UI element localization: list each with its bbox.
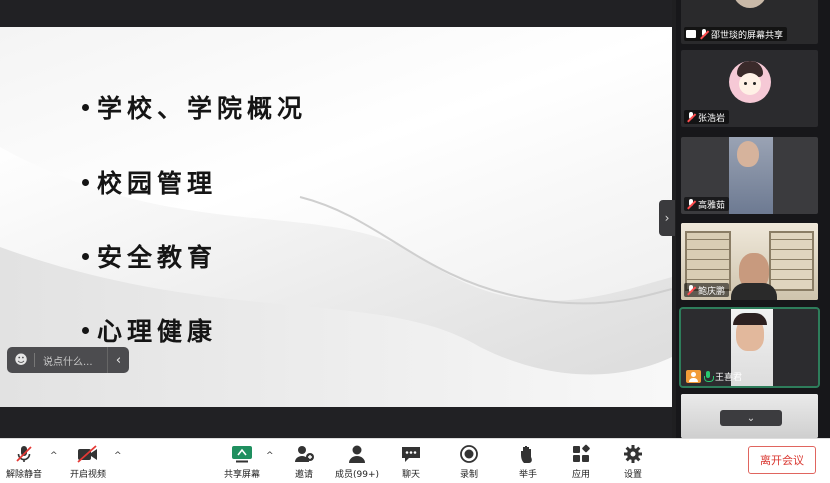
share-screen-button[interactable]: 共享屏幕 bbox=[218, 443, 266, 480]
add-user-icon bbox=[293, 443, 315, 465]
unmute-button[interactable]: 解除静音 bbox=[0, 443, 48, 480]
share-screen-icon bbox=[230, 443, 254, 465]
quick-chat-input[interactable]: ☻ 说点什么... ‹ bbox=[7, 347, 129, 373]
user-icon bbox=[686, 369, 701, 383]
invite-label: 邀请 bbox=[294, 470, 313, 480]
participant-name-tag: 高雅茹 bbox=[684, 197, 730, 211]
mic-muted-icon bbox=[14, 443, 34, 465]
members-button[interactable]: 成员(99+) bbox=[333, 443, 381, 480]
meeting-toolbar: 解除静音 ^ 开启视频 ^ 共享屏幕 ^ 邀请 成员(99+) 聊天 录制 举手… bbox=[0, 438, 830, 483]
start-video-button[interactable]: 开启视频 bbox=[64, 443, 112, 480]
mic-muted-icon bbox=[686, 111, 696, 123]
unmute-label: 解除静音 bbox=[5, 470, 42, 480]
video-options-chevron-icon[interactable]: ^ bbox=[114, 451, 122, 461]
hand-icon bbox=[518, 443, 538, 465]
avatar bbox=[729, 61, 771, 103]
slide-bullet-2: 校园管理 bbox=[82, 164, 217, 200]
mic-muted-icon bbox=[686, 284, 696, 296]
record-icon bbox=[458, 443, 480, 465]
participant-name-tag: 鲍庆鹏 bbox=[684, 283, 730, 297]
mic-active-icon bbox=[704, 370, 714, 382]
gear-icon bbox=[623, 443, 643, 465]
chevron-down-icon: ⌄ bbox=[746, 412, 756, 424]
raise-hand-label: 举手 bbox=[518, 470, 537, 480]
participant-tile[interactable]: 张浩岩 bbox=[681, 50, 818, 127]
share-screen-label: 共享屏幕 bbox=[223, 470, 260, 480]
share-options-chevron-icon[interactable]: ^ bbox=[266, 451, 274, 461]
chevron-left-icon[interactable]: ‹ bbox=[107, 347, 129, 373]
raise-hand-button[interactable]: 举手 bbox=[504, 443, 552, 480]
chat-button[interactable]: 聊天 bbox=[387, 443, 435, 480]
members-label: 成员(99+) bbox=[334, 470, 380, 480]
meeting-window: 学校、学院概况 校园管理 安全教育 心理健康 ☻ 说点什么... ‹ › 邵世琰… bbox=[0, 0, 830, 483]
emoji-icon[interactable]: ☻ bbox=[12, 353, 30, 368]
screen-share-tag: 邵世琰的屏幕共享 bbox=[684, 27, 788, 41]
chat-label: 聊天 bbox=[401, 470, 420, 480]
leave-meeting-button[interactable]: 离开会议 bbox=[748, 446, 816, 474]
screen-share-label: 邵世琰的屏幕共享 bbox=[711, 30, 784, 41]
participant-name: 张浩岩 bbox=[698, 113, 726, 124]
camera-off-icon bbox=[76, 443, 100, 465]
settings-label: 设置 bbox=[623, 470, 642, 480]
chat-placeholder[interactable]: 说点什么... bbox=[43, 353, 107, 368]
participant-name: 王喜君 bbox=[715, 372, 743, 383]
chat-bubble-icon bbox=[400, 443, 422, 465]
slide-bullet-1: 学校、学院概况 bbox=[82, 89, 307, 125]
mic-muted-icon bbox=[686, 198, 696, 210]
record-label: 录制 bbox=[459, 470, 478, 480]
participant-name: 鲍庆鹏 bbox=[698, 286, 726, 297]
start-video-label: 开启视频 bbox=[69, 470, 106, 480]
screen-share-tile[interactable]: 邵世琰的屏幕共享 bbox=[681, 0, 818, 44]
apps-button[interactable]: 应用 bbox=[557, 443, 605, 480]
record-button[interactable]: 录制 bbox=[445, 443, 493, 480]
apps-grid-icon bbox=[571, 443, 591, 465]
shared-screen-area: 学校、学院概况 校园管理 安全教育 心理健康 ☻ 说点什么... ‹ bbox=[0, 0, 672, 438]
invite-button[interactable]: 邀请 bbox=[280, 443, 328, 480]
settings-button[interactable]: 设置 bbox=[609, 443, 657, 480]
scroll-down-button[interactable]: ⌄ bbox=[720, 410, 782, 426]
slide-bullet-3: 安全教育 bbox=[82, 238, 217, 274]
participant-tile-active[interactable]: 王喜君 bbox=[679, 307, 820, 388]
participant-name-tag: 张浩岩 bbox=[684, 110, 730, 124]
screen-share-icon bbox=[686, 30, 696, 38]
audio-options-chevron-icon[interactable]: ^ bbox=[50, 451, 58, 461]
slide-bullet-4: 心理健康 bbox=[82, 312, 217, 348]
participant-name-tag: 王喜君 bbox=[684, 369, 746, 383]
members-icon bbox=[346, 443, 368, 465]
participant-name: 高雅茹 bbox=[698, 200, 726, 211]
mic-muted-icon bbox=[699, 28, 709, 40]
apps-label: 应用 bbox=[571, 470, 590, 480]
participant-tile[interactable]: 鲍庆鹏 bbox=[681, 223, 818, 300]
participant-gallery: 邵世琰的屏幕共享 张浩岩 高雅茹 鲍庆鹏 王喜君 ⌄ bbox=[676, 0, 830, 438]
collapse-gallery-button[interactable]: › bbox=[659, 200, 675, 236]
participant-tile[interactable]: 高雅茹 bbox=[681, 137, 818, 214]
chevron-right-icon: › bbox=[664, 211, 670, 225]
